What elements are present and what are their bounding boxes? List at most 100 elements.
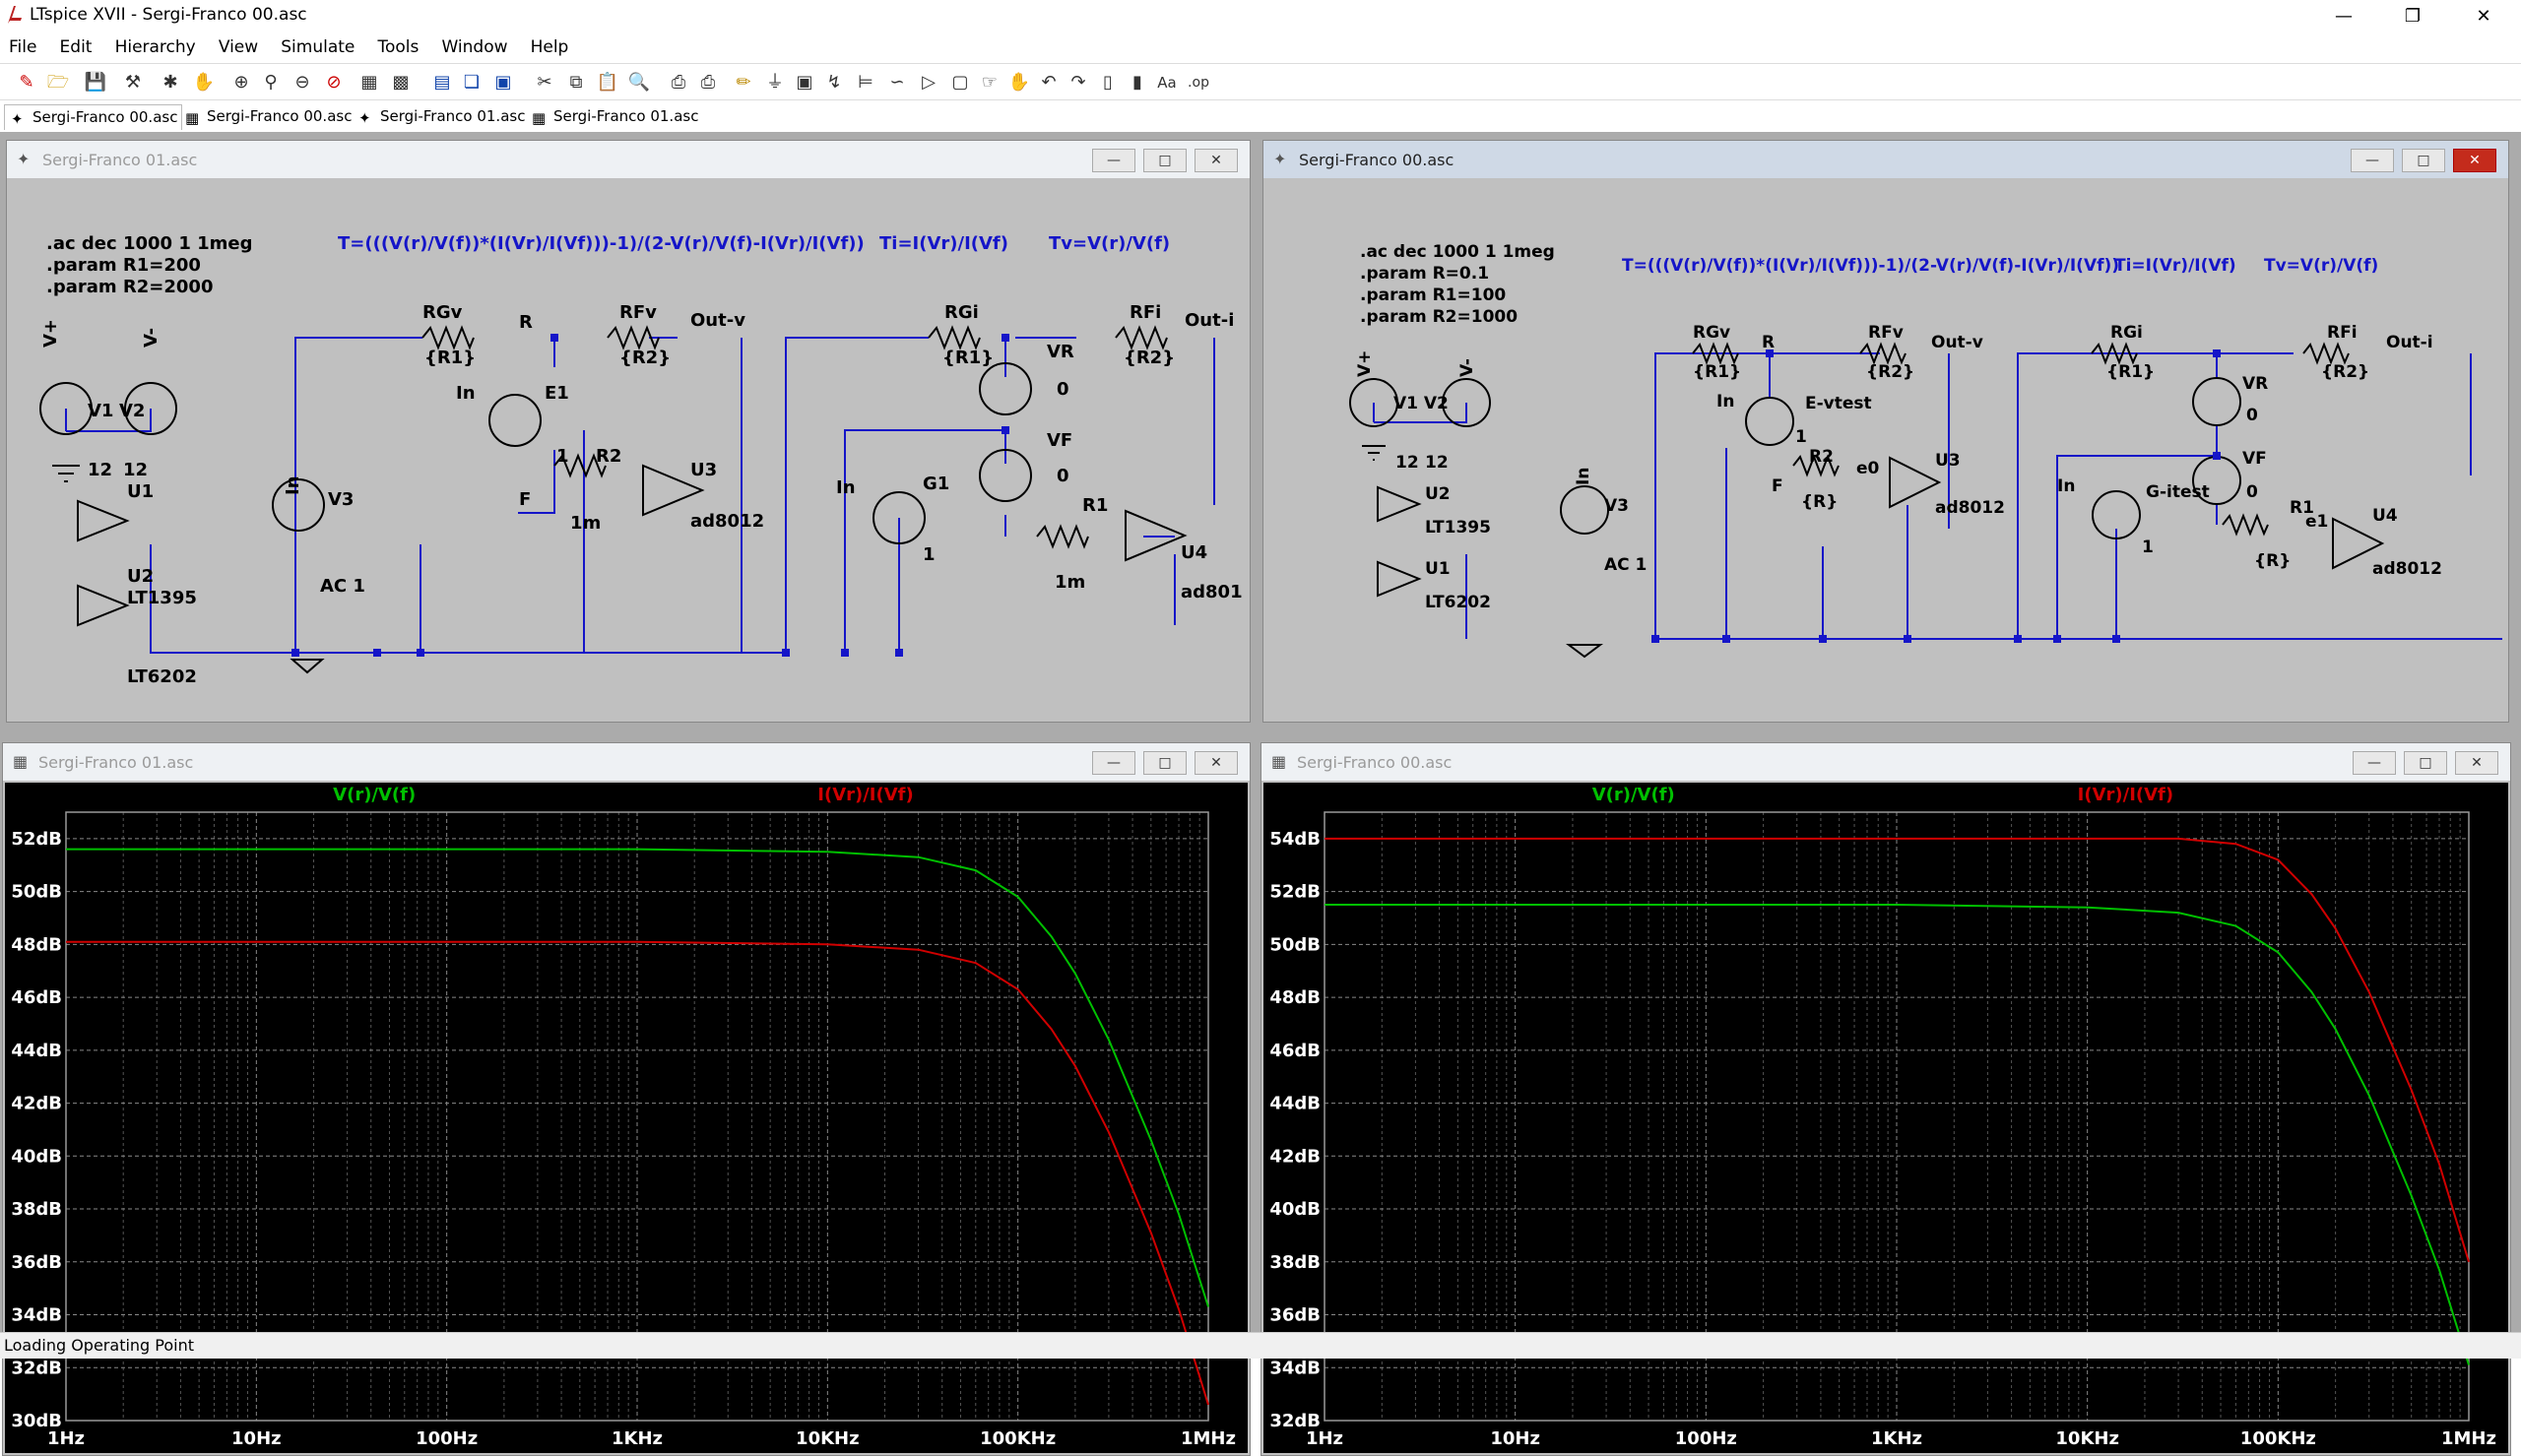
directive-line[interactable]: .ac dec 1000 1 1meg bbox=[1360, 242, 1555, 262]
menu-file[interactable]: File bbox=[0, 33, 45, 61]
close-button[interactable]: ✕ bbox=[2455, 751, 2498, 775]
formula-Tv[interactable]: Tv=V(r)/V(f) bbox=[1049, 233, 1170, 254]
maximize-button[interactable]: □ bbox=[1143, 149, 1187, 172]
tab-sergi-franco-01-schematic[interactable]: ✦ Sergi-Franco 01.asc bbox=[353, 104, 529, 130]
save-icon[interactable]: 💾 bbox=[83, 70, 108, 95]
minimize-button[interactable]: — bbox=[2353, 751, 2396, 775]
label-net-icon[interactable]: ▣ bbox=[792, 70, 817, 95]
copy-icon[interactable]: ⧉ bbox=[563, 70, 589, 95]
find-icon[interactable]: 🔍 bbox=[626, 70, 652, 95]
zoom-out-icon[interactable]: ⊖ bbox=[290, 70, 315, 95]
formula-Ti[interactable]: Ti=I(Vr)/I(Vf) bbox=[2114, 256, 2236, 276]
mirror-icon[interactable]: ▮ bbox=[1125, 70, 1150, 95]
formula-T[interactable]: T=(((V(r)/V(f))*(I(Vr)/I(Vf)))-1)/(2-V(r… bbox=[1622, 256, 2119, 276]
schematic-canvas[interactable]: .ac dec 1000 1 1meg .param R1=200 .param… bbox=[13, 180, 1244, 716]
tile-vertical-icon[interactable]: ▣ bbox=[490, 70, 516, 95]
zoom-in-icon[interactable]: ⊕ bbox=[228, 70, 254, 95]
menu-help[interactable]: Help bbox=[522, 33, 578, 61]
redo-icon[interactable]: ↷ bbox=[1066, 70, 1091, 95]
directive-line[interactable]: .param R1=100 bbox=[1360, 285, 1506, 305]
print-icon[interactable]: ⎙ bbox=[695, 70, 721, 95]
close-button[interactable]: ✕ bbox=[1195, 751, 1238, 775]
menu-view[interactable]: View bbox=[210, 33, 267, 61]
pan-icon[interactable]: ⚲ bbox=[258, 70, 284, 95]
ground-icon[interactable]: ⏚ bbox=[762, 70, 788, 95]
legend-label[interactable]: I(Vr)/I(Vf) bbox=[2078, 785, 2173, 805]
close-button[interactable]: ✕ bbox=[2453, 149, 2496, 172]
rotate-icon[interactable]: ▯ bbox=[1095, 70, 1121, 95]
zoom-cancel-icon[interactable]: ⊘ bbox=[321, 70, 347, 95]
ltspice-logo-icon bbox=[8, 6, 22, 24]
open-folder-icon[interactable]: 🗁 bbox=[45, 70, 71, 95]
schematic-canvas[interactable]: .ac dec 1000 1 1meg .param R=0.1 .param … bbox=[1269, 180, 2502, 716]
junction-dots bbox=[1651, 349, 2221, 643]
x-tick-label: 10Hz bbox=[1490, 1428, 1540, 1449]
maximize-button[interactable]: □ bbox=[1143, 751, 1187, 775]
draw-wire-icon[interactable]: ✏ bbox=[731, 70, 756, 95]
diode-icon[interactable]: ▷ bbox=[916, 70, 941, 95]
component-icon[interactable]: ▢ bbox=[947, 70, 973, 95]
minimize-button[interactable]: — bbox=[1092, 751, 1135, 775]
halt-icon[interactable]: ✋ bbox=[191, 70, 217, 95]
svg-text:1m: 1m bbox=[570, 513, 601, 534]
close-button[interactable]: ✕ bbox=[2454, 0, 2513, 32]
restore-button[interactable]: ❐ bbox=[2383, 0, 2442, 32]
directive-line[interactable]: .param R1=200 bbox=[46, 255, 201, 276]
window-title: Sergi-Franco 00.asc bbox=[1299, 151, 1454, 169]
tile-horizontal-icon[interactable]: ▤ bbox=[429, 70, 455, 95]
maximize-button[interactable]: □ bbox=[2402, 149, 2445, 172]
window-title: Sergi-Franco 01.asc bbox=[38, 753, 194, 772]
svg-text:R2: R2 bbox=[1809, 447, 1834, 467]
text-icon[interactable]: Aa bbox=[1154, 70, 1180, 95]
svg-text:AC 1: AC 1 bbox=[320, 576, 365, 597]
tab-sergi-franco-00-plot[interactable]: ▦ Sergi-Franco 00.asc bbox=[179, 104, 356, 130]
menu-window[interactable]: Window bbox=[432, 33, 516, 61]
legend-label[interactable]: I(Vr)/I(Vf) bbox=[817, 785, 913, 805]
menu-hierarchy[interactable]: Hierarchy bbox=[106, 33, 205, 61]
formula-Ti[interactable]: Ti=I(Vr)/I(Vf) bbox=[879, 233, 1008, 254]
directive-line[interactable]: .param R=0.1 bbox=[1360, 264, 1489, 284]
tab-sergi-franco-01-plot[interactable]: ▦ Sergi-Franco 01.asc bbox=[526, 104, 702, 130]
control-panel-icon[interactable]: ⚒ bbox=[120, 70, 146, 95]
svg-text:U2: U2 bbox=[1425, 484, 1451, 504]
menu-simulate[interactable]: Simulate bbox=[272, 33, 363, 61]
directive-line[interactable]: .ac dec 1000 1 1meg bbox=[46, 233, 252, 254]
cascade-icon[interactable]: ❏ bbox=[459, 70, 485, 95]
fft-icon[interactable]: ▩ bbox=[388, 70, 414, 95]
maximize-button[interactable]: □ bbox=[2404, 751, 2447, 775]
minimize-button[interactable]: — bbox=[1092, 149, 1135, 172]
new-schematic-icon[interactable]: ✎ bbox=[14, 70, 39, 95]
formula-Tv[interactable]: Tv=V(r)/V(f) bbox=[2264, 256, 2378, 276]
svg-text:V1 V2: V1 V2 bbox=[1393, 394, 1449, 413]
close-button[interactable]: ✕ bbox=[1195, 149, 1238, 172]
resistor-icon[interactable]: ↯ bbox=[821, 70, 847, 95]
move-hand-icon[interactable]: ☞ bbox=[977, 70, 1002, 95]
tab-sergi-franco-00-schematic[interactable]: ✦ Sergi-Franco 00.asc bbox=[4, 104, 183, 130]
minimize-button[interactable]: — bbox=[2314, 0, 2373, 32]
svg-text:RGv: RGv bbox=[422, 302, 463, 323]
legend-label[interactable]: V(r)/V(f) bbox=[1592, 785, 1675, 805]
y-tick-label: 34dB bbox=[1269, 1358, 1321, 1378]
run-icon[interactable]: ✱ bbox=[158, 70, 183, 95]
drag-hand-icon[interactable]: ✋ bbox=[1006, 70, 1032, 95]
spice-directive-icon[interactable]: .op bbox=[1186, 70, 1211, 95]
paste-icon[interactable]: 📋 bbox=[595, 70, 620, 95]
print-setup-icon[interactable]: ⎙ bbox=[666, 70, 691, 95]
svg-text:V+: V+ bbox=[1355, 350, 1375, 377]
component-symbols bbox=[39, 325, 1188, 674]
schematic-window-01[interactable]: ✦ Sergi-Franco 01.asc — □ ✕ .ac dec 1000… bbox=[6, 140, 1251, 723]
legend-label[interactable]: V(r)/V(f) bbox=[333, 785, 416, 805]
minimize-button[interactable]: — bbox=[2351, 149, 2394, 172]
autorange-icon[interactable]: ▦ bbox=[356, 70, 382, 95]
menu-edit[interactable]: Edit bbox=[51, 33, 101, 61]
directive-line[interactable]: .param R2=1000 bbox=[1360, 307, 1518, 327]
formula-T[interactable]: T=(((V(r)/V(f))*(I(Vr)/I(Vf)))-1)/(2-V(r… bbox=[338, 233, 865, 254]
inductor-icon[interactable]: ∽ bbox=[884, 70, 910, 95]
capacitor-icon[interactable]: ⊨ bbox=[853, 70, 878, 95]
y-tick-label: 46dB bbox=[11, 987, 62, 1008]
menu-tools[interactable]: Tools bbox=[368, 33, 427, 61]
schematic-window-00[interactable]: ✦ Sergi-Franco 00.asc — □ ✕ .ac dec 1000… bbox=[1262, 140, 2509, 723]
directive-line[interactable]: .param R2=2000 bbox=[46, 277, 213, 297]
undo-icon[interactable]: ↶ bbox=[1036, 70, 1062, 95]
cut-icon[interactable]: ✂ bbox=[532, 70, 557, 95]
